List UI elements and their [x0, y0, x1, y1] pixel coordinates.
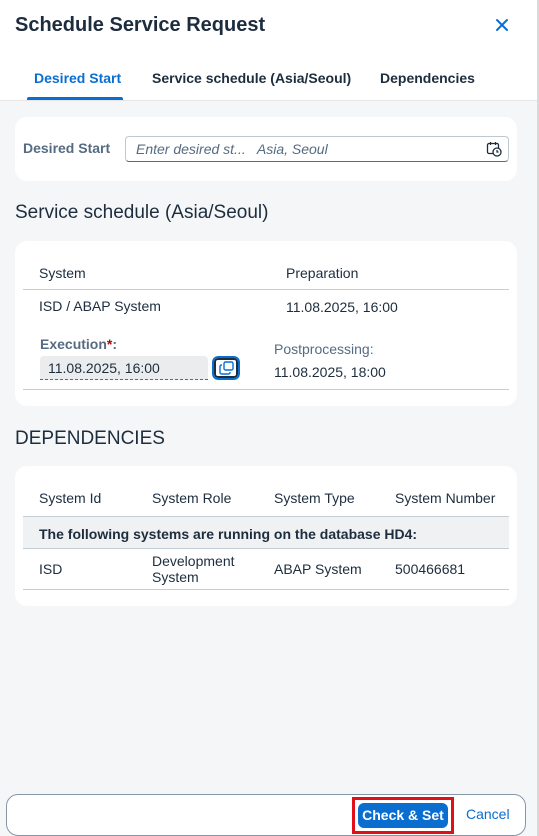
service-schedule-title: Service schedule (Asia/Seoul) [15, 202, 269, 223]
tab-service-schedule[interactable]: Service schedule (Asia/Seoul) [152, 70, 351, 86]
cell-system-id: ISD [39, 561, 63, 577]
cancel-button[interactable]: Cancel [466, 806, 510, 822]
check-and-set-button[interactable]: Check & Set [352, 797, 454, 834]
execution-label-colon: : [112, 336, 118, 352]
col-system: System [39, 265, 86, 281]
postprocessing-value: 11.08.2025, 18:00 [274, 364, 386, 380]
active-tab-indicator [27, 97, 123, 100]
cell-system-number: 500466681 [395, 561, 466, 577]
execution-label-text: Execution [40, 336, 107, 352]
desired-start-input[interactable] [126, 137, 476, 161]
col-system-number: System Number [395, 490, 496, 506]
check-and-set-label: Check & Set [358, 803, 448, 828]
col-system-type: System Type [274, 490, 355, 506]
cell-system-type: ABAP System [274, 561, 362, 577]
system-value: ISD / ABAP System [39, 298, 161, 314]
schedule-dialog: Schedule Service Request Desired Start S… [0, 0, 537, 836]
dialog-header: Schedule Service Request Desired Start S… [0, 0, 537, 101]
table-bottom-divider [23, 589, 509, 590]
copy-icon [219, 361, 234, 375]
tab-desired-start[interactable]: Desired Start [34, 70, 121, 86]
close-icon[interactable] [490, 14, 514, 38]
dependencies-title: DEPENDENCIES [15, 428, 165, 449]
cell-system-role-line2: System [152, 569, 199, 585]
col-system-id: System Id [39, 490, 102, 506]
tab-bar: Desired Start Service schedule (Asia/Seo… [0, 60, 537, 101]
desired-start-label: Desired Start [23, 140, 111, 156]
cell-system-role: Development System [152, 553, 235, 585]
execution-value: 11.08.2025, 16:00 [48, 360, 160, 376]
postprocessing-label: Postprocessing: [274, 341, 374, 357]
group-header-row: The following systems are running on the… [23, 516, 509, 549]
calendar-clock-icon[interactable] [486, 141, 502, 157]
preparation-value: 11.08.2025, 16:00 [286, 299, 398, 315]
execution-label: Execution*: [40, 336, 117, 352]
service-schedule-card: System Preparation ISD / ABAP System 11.… [15, 241, 517, 406]
tab-dependencies[interactable]: Dependencies [380, 70, 475, 86]
dependencies-card: System Id System Role System Type System… [15, 466, 517, 606]
group-header-text: The following systems are running on the… [39, 526, 418, 542]
cell-system-role-line1: Development [152, 553, 235, 569]
desired-start-card: Desired Start [15, 117, 517, 181]
desired-start-field[interactable] [125, 136, 509, 162]
execution-field: 11.08.2025, 16:00 [40, 356, 208, 380]
close-icon-glyph [496, 19, 508, 31]
copy-button[interactable] [211, 355, 241, 381]
dialog-title: Schedule Service Request [15, 14, 266, 36]
col-system-role: System Role [152, 490, 232, 506]
row-divider [23, 389, 509, 390]
col-preparation: Preparation [286, 265, 359, 281]
header-divider [23, 289, 509, 290]
